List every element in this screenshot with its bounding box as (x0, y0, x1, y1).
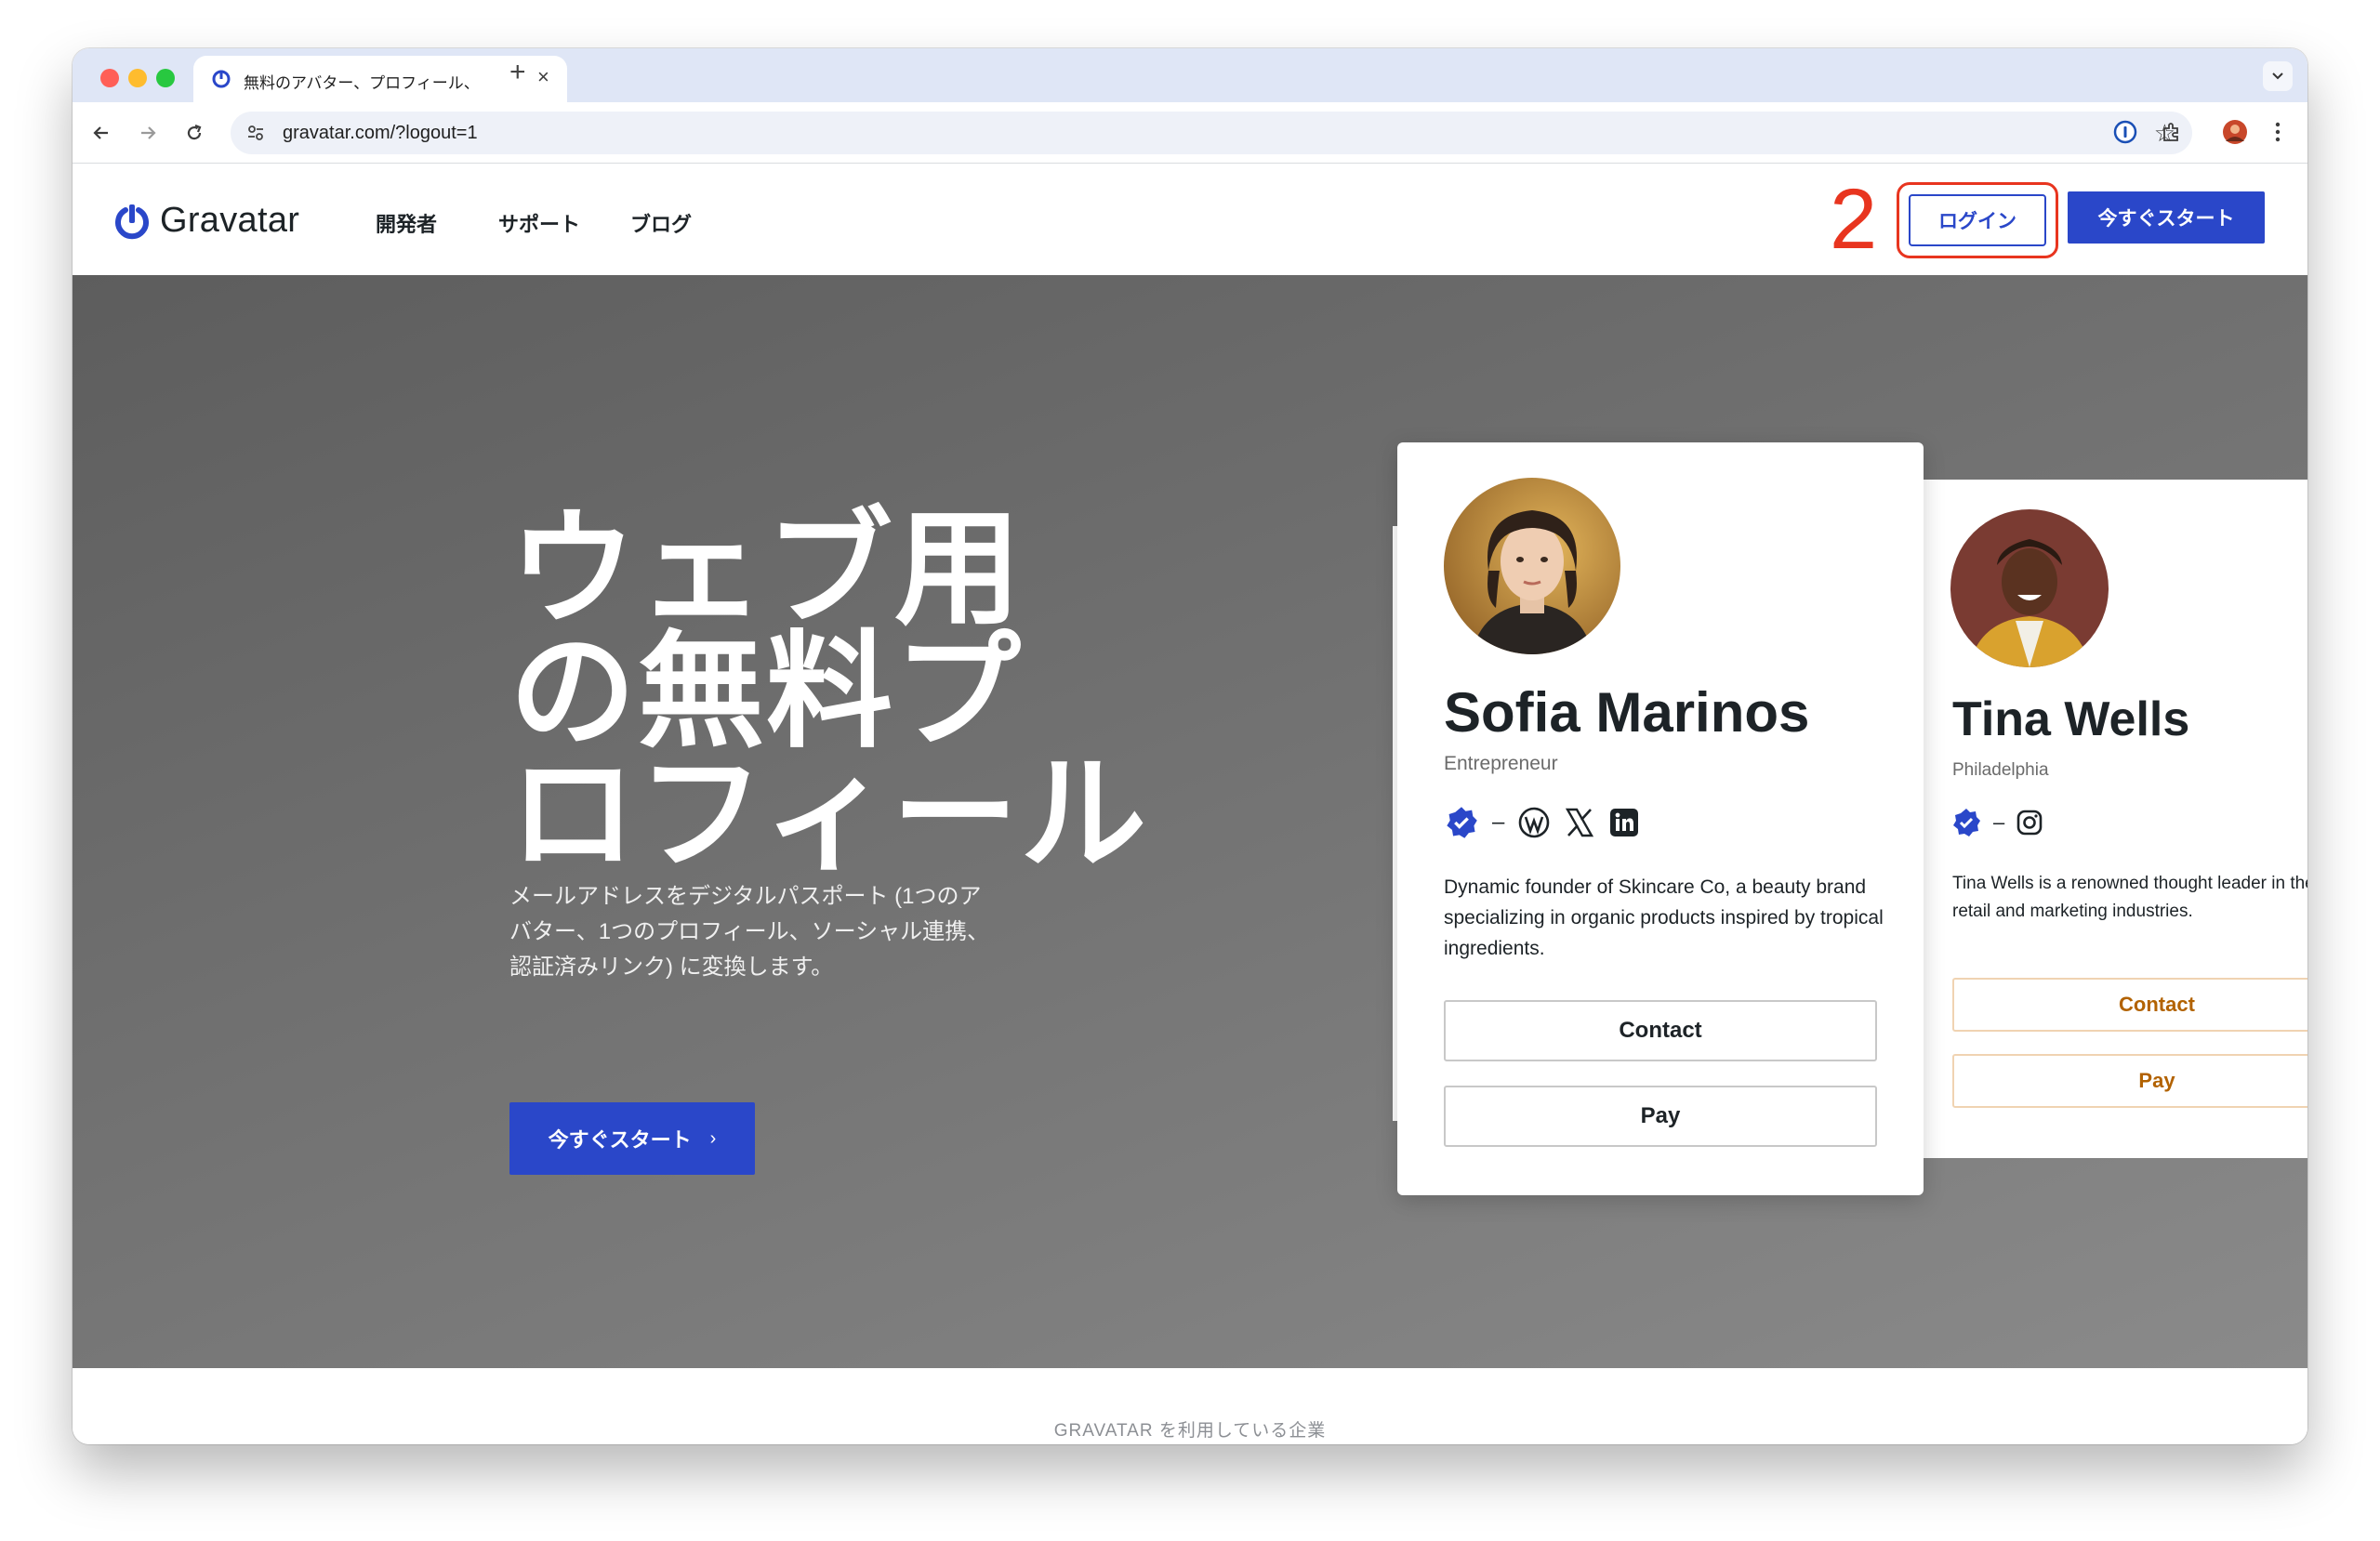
profile-bio: Dynamic founder of Skincare Co, a beauty… (1444, 876, 1884, 959)
chevron-down-icon (2272, 72, 2283, 80)
profile-socials: – (1444, 805, 1640, 840)
close-tab-icon[interactable]: × (537, 65, 549, 89)
site-settings-icon[interactable] (245, 123, 266, 143)
avatar (1950, 509, 2109, 667)
socials-separator: – (1492, 810, 1505, 835)
minimize-window-button[interactable] (128, 69, 147, 87)
hero-section: ウェブ用 の無料プ ロフィール メールアドレスをデジタルパスポート (1つのアバ… (73, 275, 2307, 1368)
hero-start-button[interactable]: 今すぐスタート › (509, 1102, 755, 1175)
contact-button[interactable]: Contact (1952, 978, 2307, 1032)
verified-icon (1447, 807, 1477, 838)
new-tab-icon[interactable]: + (509, 57, 526, 88)
profile-name: Tina Wells (1952, 692, 2190, 746)
instagram-icon[interactable] (2016, 809, 2043, 836)
x-icon[interactable] (1564, 807, 1595, 838)
tab-title: 無料のアバター、プロフィール、 (244, 74, 476, 92)
address-bar[interactable]: gravatar.com/?logout=1 ☆ (231, 112, 2192, 154)
profile-card-sofia: Sofia Marinos Entrepreneur – Dynamic fou… (1397, 442, 1924, 1195)
browser-menu-icon[interactable] (2261, 115, 2294, 149)
gravatar-logo-icon (115, 204, 149, 239)
login-button[interactable]: ログイン (1909, 194, 2046, 246)
profile-meta: Entrepreneur (1444, 753, 1558, 774)
nav-developers[interactable]: 開発者 (376, 208, 437, 238)
header-start-button[interactable]: 今すぐスタート (2068, 191, 2265, 244)
companies-section: GRAVATAR を利用している企業 (73, 1368, 2307, 1444)
browser-window: 無料のアバター、プロフィール、 × + gravatar.com/?logout… (73, 48, 2307, 1444)
pay-button[interactable]: Pay (1444, 1086, 1877, 1147)
tab-search-button[interactable] (2263, 61, 2293, 91)
site-header: Gravatar 開発者 サポート ブログ 2 ログイン 今すぐスタート (73, 164, 2307, 275)
socials-separator: – (1993, 810, 2005, 834)
back-icon[interactable] (87, 119, 115, 147)
annotation-number: 2 (1830, 172, 1878, 267)
login-highlight: ログイン (1897, 182, 2058, 258)
hero-title-line: ロフィール (509, 744, 1149, 885)
profile-meta: Philadelphia (1952, 760, 2049, 780)
gravatar-logo[interactable]: Gravatar (113, 201, 299, 241)
wordpress-icon[interactable] (1517, 806, 1551, 839)
url-text: gravatar.com/?logout=1 (283, 123, 478, 143)
browser-toolbar: gravatar.com/?logout=1 ☆ (73, 102, 2307, 164)
profile-name: Sofia Marinos (1444, 681, 1810, 744)
gravatar-favicon-icon (212, 70, 231, 88)
logo-text: Gravatar (160, 201, 300, 240)
profile-socials: – (1950, 807, 2043, 838)
maximize-window-button[interactable] (156, 69, 175, 87)
hero-title-line: ウェブ用 (509, 498, 1023, 639)
pay-button[interactable]: Pay (1952, 1054, 2307, 1108)
hero-start-label: 今すぐスタート (548, 1128, 692, 1152)
password-manager-extension-icon[interactable] (2109, 115, 2142, 149)
hero-subtitle: メールアドレスをデジタルパスポート (1つのアバター、1つのプロフィール、ソーシ… (509, 884, 990, 980)
hero-title-line: の無料プ (509, 621, 1023, 762)
companies-label: GRAVATAR を利用している企業 (1053, 1421, 1327, 1441)
linkedin-icon[interactable] (1608, 807, 1640, 838)
tab-strip: 無料のアバター、プロフィール、 × + (73, 48, 2307, 102)
extensions-puzzle-icon[interactable] (2155, 115, 2188, 149)
profile-bio: Tina Wells is a renowned thought leader … (1952, 874, 2307, 921)
reload-icon[interactable] (180, 119, 208, 147)
contact-button[interactable]: Contact (1444, 1000, 1877, 1061)
forward-icon[interactable] (134, 119, 162, 147)
nav-support[interactable]: サポート (498, 208, 580, 238)
avatar (1444, 478, 1620, 654)
close-window-button[interactable] (100, 69, 119, 87)
verified-icon (1953, 809, 1980, 836)
profile-card-tina: Tina Wells Philadelphia – Tina Wells is … (1923, 480, 2307, 1158)
profile-avatar-icon[interactable] (2218, 115, 2252, 149)
chevron-right-icon: › (709, 1127, 717, 1149)
nav-blog[interactable]: ブログ (630, 208, 692, 238)
hero-title: ウェブ用 の無料プ ロフィール (509, 498, 1179, 885)
